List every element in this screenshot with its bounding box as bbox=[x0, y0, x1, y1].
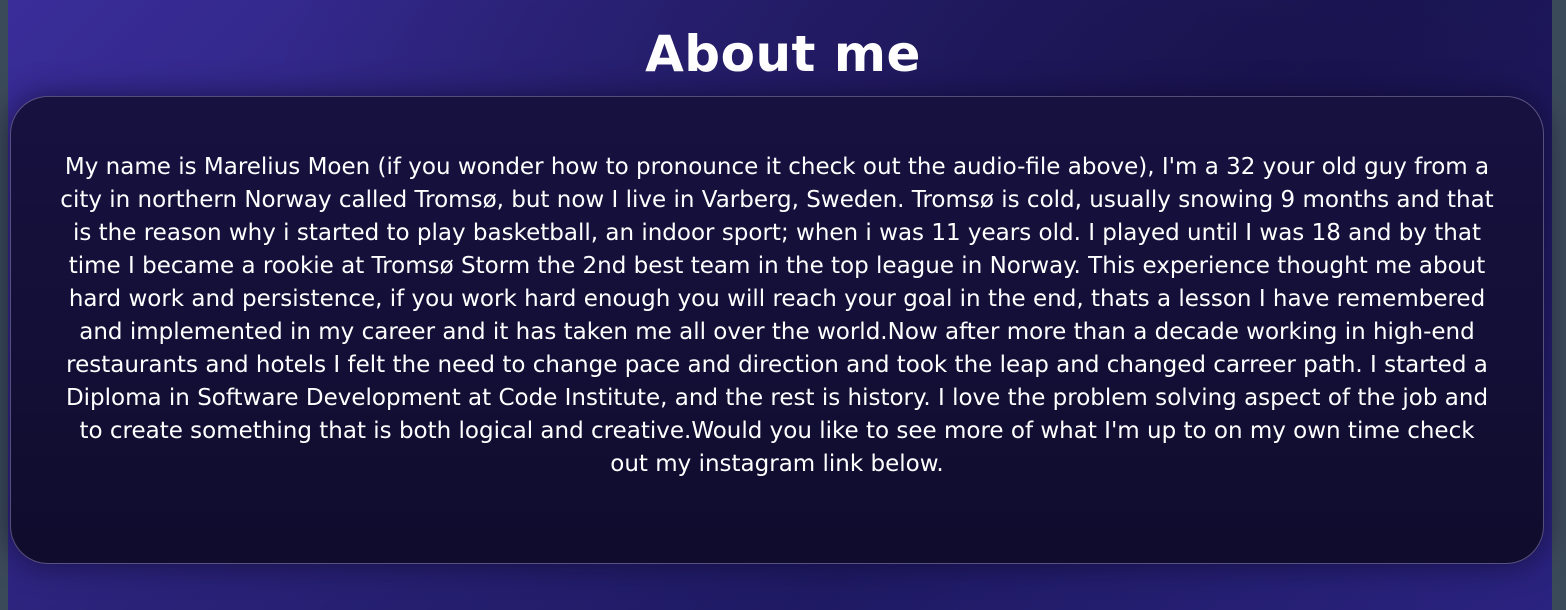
window-edge-left bbox=[0, 0, 8, 610]
about-card: My name is Marelius Moen (if you wonder … bbox=[10, 96, 1544, 564]
section-title: About me bbox=[645, 25, 921, 83]
about-paragraph: My name is Marelius Moen (if you wonder … bbox=[60, 154, 1494, 477]
window-edge-right bbox=[1552, 0, 1566, 610]
page-background: About me My name is Marelius Moen (if yo… bbox=[0, 0, 1566, 610]
